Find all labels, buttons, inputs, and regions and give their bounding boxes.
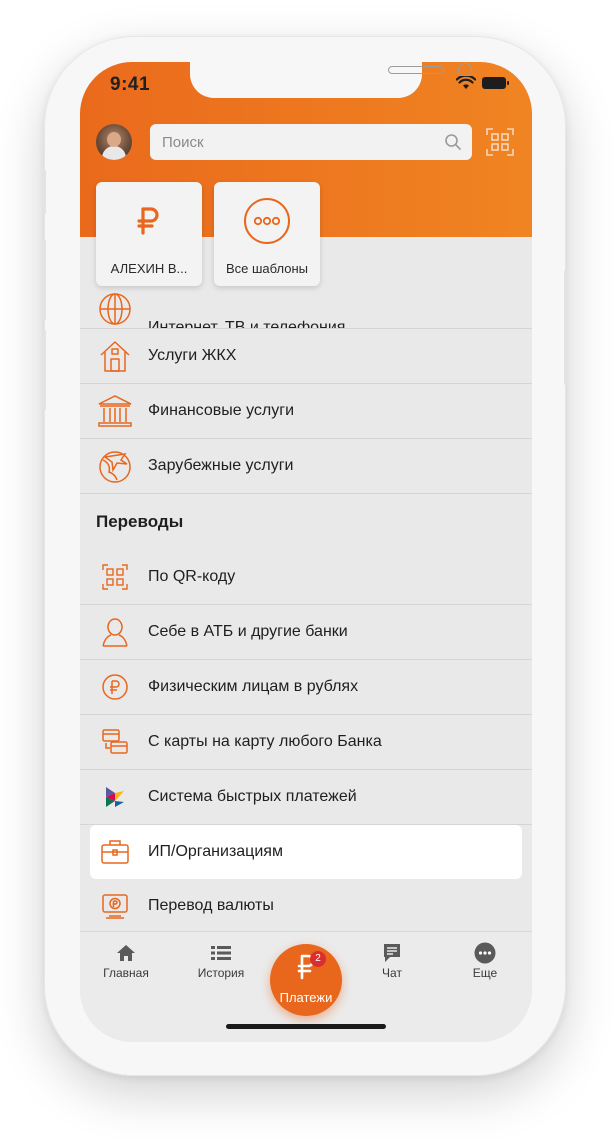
tab-label: Еще bbox=[472, 966, 498, 980]
notch bbox=[190, 62, 472, 98]
list-item-label: Зарубежные услуги bbox=[148, 457, 294, 474]
tab-chat[interactable]: Чат bbox=[357, 942, 427, 980]
list-item-organizations[interactable]: ИП/Организациям bbox=[90, 825, 522, 879]
user-avatar-icon[interactable] bbox=[96, 124, 132, 160]
avatar-face bbox=[107, 132, 121, 147]
search-input[interactable] bbox=[150, 124, 472, 160]
list-icon bbox=[186, 942, 256, 964]
tab-home[interactable]: Главная bbox=[91, 942, 161, 980]
list-item-internet[interactable]: Интернет, ТВ и телефония bbox=[80, 291, 532, 329]
side-button-right bbox=[564, 270, 567, 385]
list-item-label: Себе в АТБ и другие банки bbox=[148, 623, 348, 640]
home-icon bbox=[91, 942, 161, 964]
wifi-icon bbox=[456, 76, 476, 89]
more-dots-icon bbox=[242, 196, 292, 246]
list-item-sbp[interactable]: Система быстрых платежей bbox=[80, 770, 532, 825]
side-button-left-1 bbox=[43, 170, 46, 214]
home-indicator[interactable] bbox=[226, 1024, 386, 1029]
list-item-card-to-card[interactable]: С карты на карту любого Банка bbox=[80, 715, 532, 770]
list-item-financial[interactable]: Финансовые услуги bbox=[80, 384, 532, 439]
list-item-label: По QR-коду bbox=[148, 568, 236, 585]
tab-more[interactable]: Еще bbox=[450, 942, 520, 980]
list-item-label: Физическим лицам в рублях bbox=[148, 678, 359, 695]
list-item-currency[interactable]: Перевод валюты bbox=[80, 879, 532, 934]
camera-icon bbox=[458, 63, 472, 77]
list-item-own-accounts[interactable]: Себе в АТБ и другие банки bbox=[80, 605, 532, 660]
ruble-icon bbox=[124, 196, 174, 246]
house-icon bbox=[96, 337, 134, 375]
avatar-shirt bbox=[102, 146, 126, 160]
search-icon[interactable] bbox=[444, 133, 462, 151]
notification-badge: 2 bbox=[310, 951, 326, 967]
person-icon bbox=[96, 613, 134, 651]
list-item-label: ИП/Организациям bbox=[148, 843, 283, 860]
sbp-logo-icon bbox=[96, 778, 134, 816]
list-item-label: Финансовые услуги bbox=[148, 402, 295, 419]
template-card-alekhin[interactable]: АЛЕХИН В... bbox=[96, 182, 202, 286]
tab-label: История bbox=[197, 966, 245, 980]
list-item-label: Система быстрых платежей bbox=[148, 788, 357, 805]
tab-label: Главная bbox=[103, 966, 149, 980]
briefcase-icon bbox=[96, 833, 134, 871]
tab-payments[interactable]: 2 Платежи bbox=[270, 944, 342, 1016]
all-templates-card[interactable]: Все шаблоны bbox=[214, 182, 320, 286]
quick-cards: АЛЕХИН В... Все шаблоны bbox=[96, 182, 320, 286]
more-icon bbox=[450, 942, 520, 964]
tab-history[interactable]: История bbox=[186, 942, 256, 980]
speaker-icon bbox=[388, 66, 444, 74]
list-item-label: С карты на карту любого Банка bbox=[148, 733, 382, 750]
list-item-utilities[interactable]: Услуги ЖКХ bbox=[80, 329, 532, 384]
payments-list: Интернет, ТВ и телефония Услуги ЖКХ Фина… bbox=[80, 291, 532, 934]
list-item-foreign[interactable]: Зарубежные услуги bbox=[80, 439, 532, 494]
status-time: 9:41 bbox=[110, 74, 151, 95]
list-item-label: Услуги ЖКХ bbox=[148, 347, 237, 364]
qr-icon bbox=[96, 558, 134, 596]
card-label: АЛЕХИН В... bbox=[110, 261, 188, 276]
ruble-coin-icon bbox=[96, 668, 134, 706]
side-button-left-3 bbox=[43, 330, 46, 410]
list-item-label: Перевод валюты bbox=[148, 897, 274, 914]
globe-icon bbox=[96, 291, 134, 328]
list-item-label: Интернет, ТВ и телефония bbox=[148, 319, 346, 329]
plane-globe-icon bbox=[96, 447, 134, 485]
tab-label: Чат bbox=[382, 966, 402, 980]
cards-icon bbox=[96, 723, 134, 761]
bank-icon bbox=[96, 392, 134, 430]
currency-icon bbox=[96, 887, 134, 925]
app-screen: 9:41 АЛЕХИН В... bbox=[80, 62, 532, 1042]
list-item-individuals[interactable]: Физическим лицам в рублях bbox=[80, 660, 532, 715]
tab-label: Платежи bbox=[279, 990, 333, 1005]
chat-icon bbox=[357, 942, 427, 964]
qr-scan-icon[interactable] bbox=[486, 128, 514, 156]
card-label: Все шаблоны bbox=[225, 261, 309, 276]
list-item-qr[interactable]: По QR-коду bbox=[80, 550, 532, 605]
battery-icon bbox=[482, 77, 509, 89]
status-icons bbox=[456, 76, 509, 90]
side-button-left-2 bbox=[43, 240, 46, 320]
section-title-transfers: Переводы bbox=[96, 512, 184, 531]
